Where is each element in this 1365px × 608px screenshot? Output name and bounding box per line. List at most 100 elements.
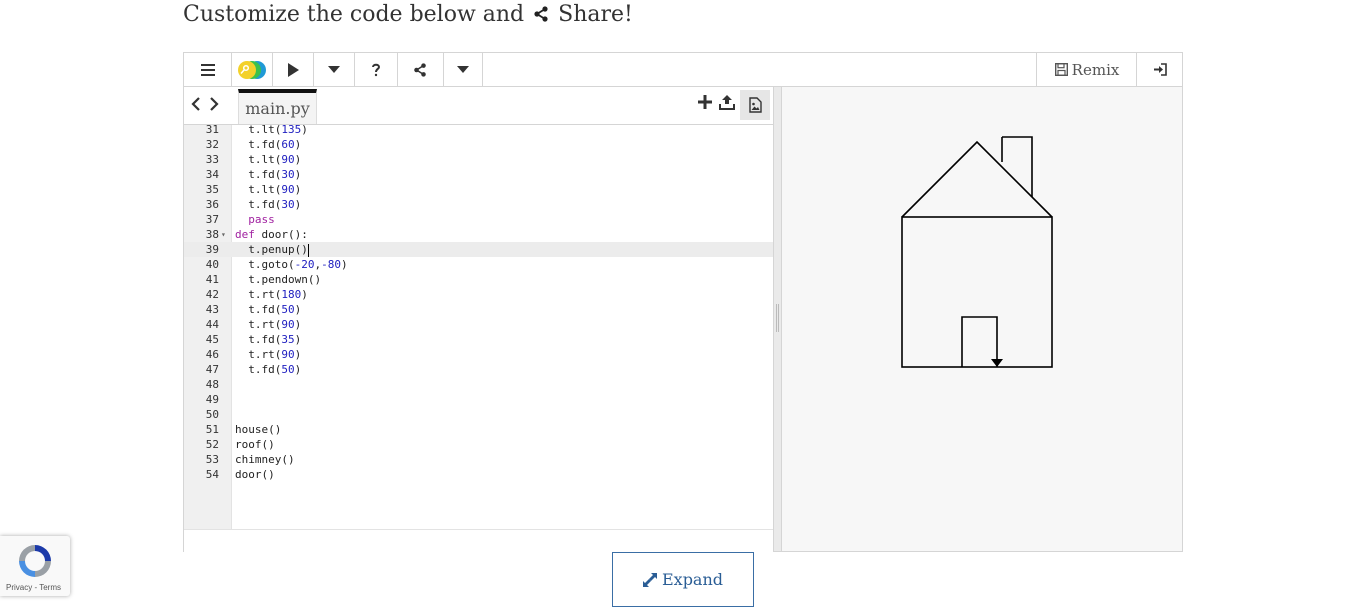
code-line[interactable]: 51 house() [184, 422, 773, 437]
login-button[interactable] [1136, 53, 1183, 86]
code-text: t.lt(90) [235, 153, 302, 166]
recaptcha-badge[interactable]: Privacy - Terms [0, 536, 70, 596]
code-line[interactable]: 44 t.rt(90) [184, 317, 773, 332]
code-text: t.fd(50) [235, 363, 302, 376]
pane-resize-handle[interactable] [773, 87, 782, 551]
caret-down-icon [456, 66, 469, 73]
code-text: t.rt(90) [235, 318, 302, 331]
hamburger-icon [200, 63, 215, 76]
code-line[interactable]: 35 t.lt(90) [184, 182, 773, 197]
share-options-dropdown[interactable] [443, 53, 483, 86]
code-text: t.goto(-20,-80) [235, 258, 348, 271]
code-text: t.fd(30) [235, 168, 302, 181]
run-options-dropdown[interactable] [313, 53, 355, 86]
add-file-icon[interactable] [698, 95, 712, 109]
expand-label: Expand [661, 570, 724, 589]
code-line[interactable]: 38 ▾ def door(): [184, 227, 773, 242]
trinket-editor: Remix main.py 31 t.lt(135) 32 t.fd(60) 33 … [183, 52, 1183, 552]
code-line[interactable]: 54 door() [184, 467, 773, 482]
line-number: 31 [205, 125, 219, 136]
expand-button[interactable]: Expand [612, 552, 754, 607]
recaptcha-links: Privacy - Terms [6, 583, 61, 592]
page-heading: Customize the code below and Share! [183, 2, 633, 28]
line-number: 42 [205, 288, 219, 301]
code-line[interactable]: 39 t.penup() [184, 242, 773, 257]
image-library-button[interactable] [740, 90, 770, 120]
line-number: 41 [205, 273, 219, 286]
code-line[interactable]: 42 t.rt(180) [184, 287, 773, 302]
expand-icon [642, 572, 657, 587]
code-line[interactable]: 43 t.fd(50) [184, 302, 773, 317]
remix-button[interactable]: Remix [1036, 53, 1137, 86]
fold-toggle-icon[interactable]: ▾ [221, 227, 226, 242]
recaptcha-logo-icon [19, 545, 51, 577]
code-text: t.rt(90) [235, 348, 302, 361]
code-line[interactable]: 47 t.fd(50) [184, 362, 773, 377]
code-line[interactable]: 50 [184, 407, 773, 422]
code-line[interactable]: 32 t.fd(60) [184, 137, 773, 152]
code-text: t.fd(50) [235, 303, 302, 316]
python-logo-icon [237, 60, 266, 79]
code-line[interactable]: 34 t.fd(30) [184, 167, 773, 182]
code-line[interactable]: 33 t.lt(90) [184, 152, 773, 167]
code-line[interactable]: 31 t.lt(135) [184, 125, 773, 137]
file-tab-bar: main.py [184, 87, 773, 125]
code-text: chimney() [235, 453, 295, 466]
code-line[interactable]: 45 t.fd(35) [184, 332, 773, 347]
line-number: 35 [205, 183, 219, 196]
sign-in-icon [1154, 63, 1167, 76]
resize-grip [776, 304, 779, 332]
code-editor[interactable]: 31 t.lt(135) 32 t.fd(60) 33 t.lt(90) 34 t.f… [184, 125, 773, 529]
code-text: t.lt(90) [235, 183, 302, 196]
turtle-house-drawing [901, 136, 1053, 368]
editor-footer [184, 529, 773, 552]
code-line[interactable]: 49 [184, 392, 773, 407]
code-line[interactable]: 37 pass [184, 212, 773, 227]
roof [901, 140, 1053, 218]
code-line[interactable]: 36 t.fd(30) [184, 197, 773, 212]
python-logo-button[interactable] [231, 53, 273, 86]
code-line[interactable]: 41 t.pendown() [184, 272, 773, 287]
line-number: 51 [205, 423, 219, 436]
recaptcha-terms-link[interactable]: Terms [39, 583, 61, 592]
house-body [901, 216, 1053, 368]
code-text: def door(): [235, 228, 308, 241]
code-line[interactable]: 46 t.rt(90) [184, 347, 773, 362]
line-number: 39 [205, 243, 219, 256]
line-number: 48 [205, 378, 219, 391]
code-text: t.rt(180) [235, 288, 308, 301]
turtle-output-canvas [782, 87, 1182, 551]
turtle-cursor-icon [991, 359, 1003, 367]
code-text: roof() [235, 438, 275, 451]
line-number: 47 [205, 363, 219, 376]
code-line[interactable]: 48 [184, 377, 773, 392]
code-text: t.fd(35) [235, 333, 302, 346]
tab-main-py[interactable]: main.py [238, 89, 317, 124]
line-number: 52 [205, 438, 219, 451]
run-button[interactable] [272, 53, 314, 86]
code-text: t.pendown() [235, 273, 322, 286]
help-button[interactable] [354, 53, 398, 86]
code-text: t.penup() [235, 243, 309, 257]
code-text: door() [235, 468, 275, 481]
line-number: 45 [205, 333, 219, 346]
caret-down-icon [327, 66, 340, 73]
chevron-left-icon[interactable] [191, 97, 201, 111]
menu-button[interactable] [184, 53, 232, 86]
line-number: 46 [205, 348, 219, 361]
upload-icon[interactable] [719, 95, 735, 110]
line-number: 54 [205, 468, 219, 481]
line-number: 34 [205, 168, 219, 181]
recaptcha-privacy-link[interactable]: Privacy [6, 583, 32, 592]
code-line[interactable]: 52 roof() [184, 437, 773, 452]
code-line[interactable]: 53 chimney() [184, 452, 773, 467]
chevron-right-icon[interactable] [209, 97, 219, 111]
code-line[interactable]: 40 t.goto(-20,-80) [184, 257, 773, 272]
editor-toolbar: Remix [184, 53, 1182, 87]
save-icon [1054, 63, 1068, 76]
share-button[interactable] [397, 53, 444, 86]
line-number: 38 [205, 228, 219, 241]
share-icon [414, 62, 426, 77]
line-number: 49 [205, 393, 219, 406]
line-number: 33 [205, 153, 219, 166]
